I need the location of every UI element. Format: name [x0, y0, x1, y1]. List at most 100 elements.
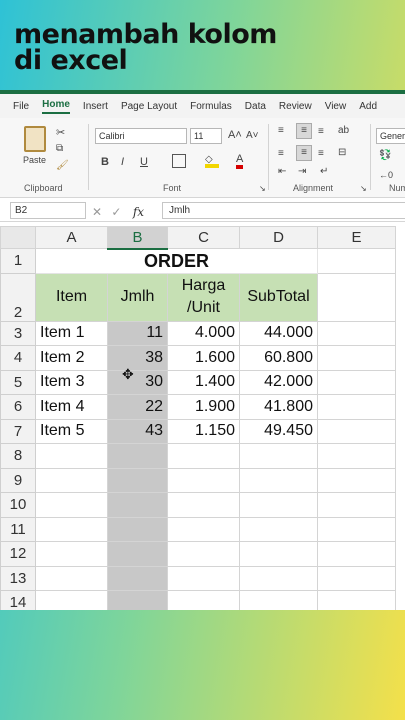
column-header-e[interactable]: E: [317, 226, 396, 249]
row-header[interactable]: 13: [0, 565, 36, 591]
cell[interactable]: [239, 443, 318, 469]
row-header[interactable]: 14: [0, 590, 36, 610]
cell[interactable]: [239, 541, 318, 567]
cell[interactable]: [317, 590, 396, 610]
cell[interactable]: [317, 565, 396, 591]
cell[interactable]: [35, 516, 108, 542]
decrease-font-icon[interactable]: A˅: [246, 130, 259, 141]
header-jmlh[interactable]: Jmlh: [107, 272, 168, 322]
cell[interactable]: [107, 467, 168, 493]
cell-subtotal[interactable]: 44.000: [239, 320, 318, 346]
cell-jmlh[interactable]: 11: [107, 320, 168, 346]
cell-harga[interactable]: 1.600: [167, 345, 240, 371]
italic-button[interactable]: I: [121, 156, 124, 168]
orientation-icon[interactable]: ab: [338, 125, 349, 136]
paste-button[interactable]: Paste: [23, 155, 46, 165]
font-color-icon[interactable]: A: [236, 154, 244, 169]
header-item[interactable]: Item: [35, 272, 108, 322]
cell-jmlh[interactable]: 43: [107, 418, 168, 444]
cell[interactable]: [107, 541, 168, 567]
cell[interactable]: [317, 418, 396, 444]
fill-color-icon[interactable]: ◇: [205, 154, 219, 168]
formula-input[interactable]: Jmlh: [162, 202, 405, 219]
row-header[interactable]: 11: [0, 516, 36, 542]
tab-add[interactable]: Add: [359, 101, 377, 112]
confirm-icon[interactable]: ✓: [111, 205, 121, 219]
cell[interactable]: [317, 320, 396, 346]
row-header[interactable]: 3: [0, 320, 36, 346]
insert-function-button[interactable]: fx: [133, 205, 144, 219]
cell-harga[interactable]: 1.900: [167, 394, 240, 420]
font-name-select[interactable]: Calibri: [95, 128, 187, 144]
format-painter-icon[interactable]: 🖌: [56, 160, 69, 171]
font-size-select[interactable]: 11: [190, 128, 222, 144]
cell-item[interactable]: Item 4: [35, 394, 108, 420]
cell-subtotal[interactable]: 60.800: [239, 345, 318, 371]
cell[interactable]: [35, 590, 108, 610]
cell[interactable]: [317, 272, 396, 322]
column-header-b[interactable]: B: [107, 226, 168, 250]
alignment-dialog-launcher-icon[interactable]: ↘: [360, 184, 367, 193]
copy-icon[interactable]: ⧉: [56, 143, 63, 154]
row-header[interactable]: 12: [0, 541, 36, 567]
increase-indent-icon[interactable]: ⇥: [298, 166, 306, 177]
column-header-a[interactable]: A: [35, 226, 108, 249]
font-dialog-launcher-icon[interactable]: ↘: [259, 184, 266, 193]
row-header[interactable]: 10: [0, 492, 36, 518]
cell[interactable]: [239, 467, 318, 493]
align-left-icon[interactable]: ≡: [278, 148, 284, 159]
select-all-corner[interactable]: [0, 226, 36, 249]
cell[interactable]: [35, 492, 108, 518]
cell[interactable]: [107, 516, 168, 542]
cell-harga[interactable]: 1.150: [167, 418, 240, 444]
cell-subtotal[interactable]: 49.450: [239, 418, 318, 444]
row-header[interactable]: 6: [0, 394, 36, 420]
decimal-icon[interactable]: ←0: [379, 170, 393, 180]
middle-align-icon[interactable]: ≡: [296, 123, 312, 139]
name-box[interactable]: B2: [10, 202, 86, 219]
cell[interactable]: [167, 492, 240, 518]
cell-jmlh[interactable]: 22: [107, 394, 168, 420]
paste-icon[interactable]: [24, 126, 46, 152]
top-align-icon[interactable]: ≡: [278, 126, 284, 136]
cell[interactable]: [317, 467, 396, 493]
row-header[interactable]: 7: [0, 418, 36, 444]
increase-font-icon[interactable]: A˄: [228, 129, 242, 141]
header-harga[interactable]: Harga/Unit: [167, 272, 240, 322]
cell[interactable]: [167, 467, 240, 493]
cell[interactable]: [35, 467, 108, 493]
cell[interactable]: [107, 565, 168, 591]
tab-review[interactable]: Review: [279, 101, 312, 112]
header-subtotal[interactable]: SubTotal: [239, 272, 318, 322]
cell[interactable]: [107, 492, 168, 518]
cancel-icon[interactable]: ✕: [92, 205, 102, 219]
cell[interactable]: [239, 516, 318, 542]
cell[interactable]: [239, 590, 318, 610]
cell-item[interactable]: Item 1: [35, 320, 108, 346]
tab-view[interactable]: View: [325, 101, 347, 112]
row-header[interactable]: 1: [0, 248, 36, 274]
cut-icon[interactable]: ✂: [56, 126, 65, 139]
cell[interactable]: [317, 248, 396, 274]
cell[interactable]: [317, 345, 396, 371]
cell-subtotal[interactable]: 42.000: [239, 369, 318, 395]
row-header[interactable]: 8: [0, 443, 36, 469]
cell[interactable]: [35, 443, 108, 469]
cell[interactable]: [317, 443, 396, 469]
row-header[interactable]: 5: [0, 369, 36, 395]
bold-button[interactable]: B: [101, 156, 109, 168]
row-header[interactable]: 9: [0, 467, 36, 493]
row-header[interactable]: 2: [0, 272, 36, 322]
cell[interactable]: [317, 541, 396, 567]
cell[interactable]: [317, 492, 396, 518]
tab-home[interactable]: Home: [42, 99, 70, 114]
tab-page-layout[interactable]: Page Layout: [121, 101, 177, 112]
merge-center-icon[interactable]: ⊟: [338, 147, 346, 158]
bottom-align-icon[interactable]: ≡: [318, 126, 324, 137]
cell[interactable]: [167, 443, 240, 469]
row-header[interactable]: 4: [0, 345, 36, 371]
cell-item[interactable]: Item 5: [35, 418, 108, 444]
cell-jmlh[interactable]: 38: [107, 345, 168, 371]
decrease-indent-icon[interactable]: ⇤: [278, 166, 286, 177]
tab-file[interactable]: File: [13, 101, 29, 112]
